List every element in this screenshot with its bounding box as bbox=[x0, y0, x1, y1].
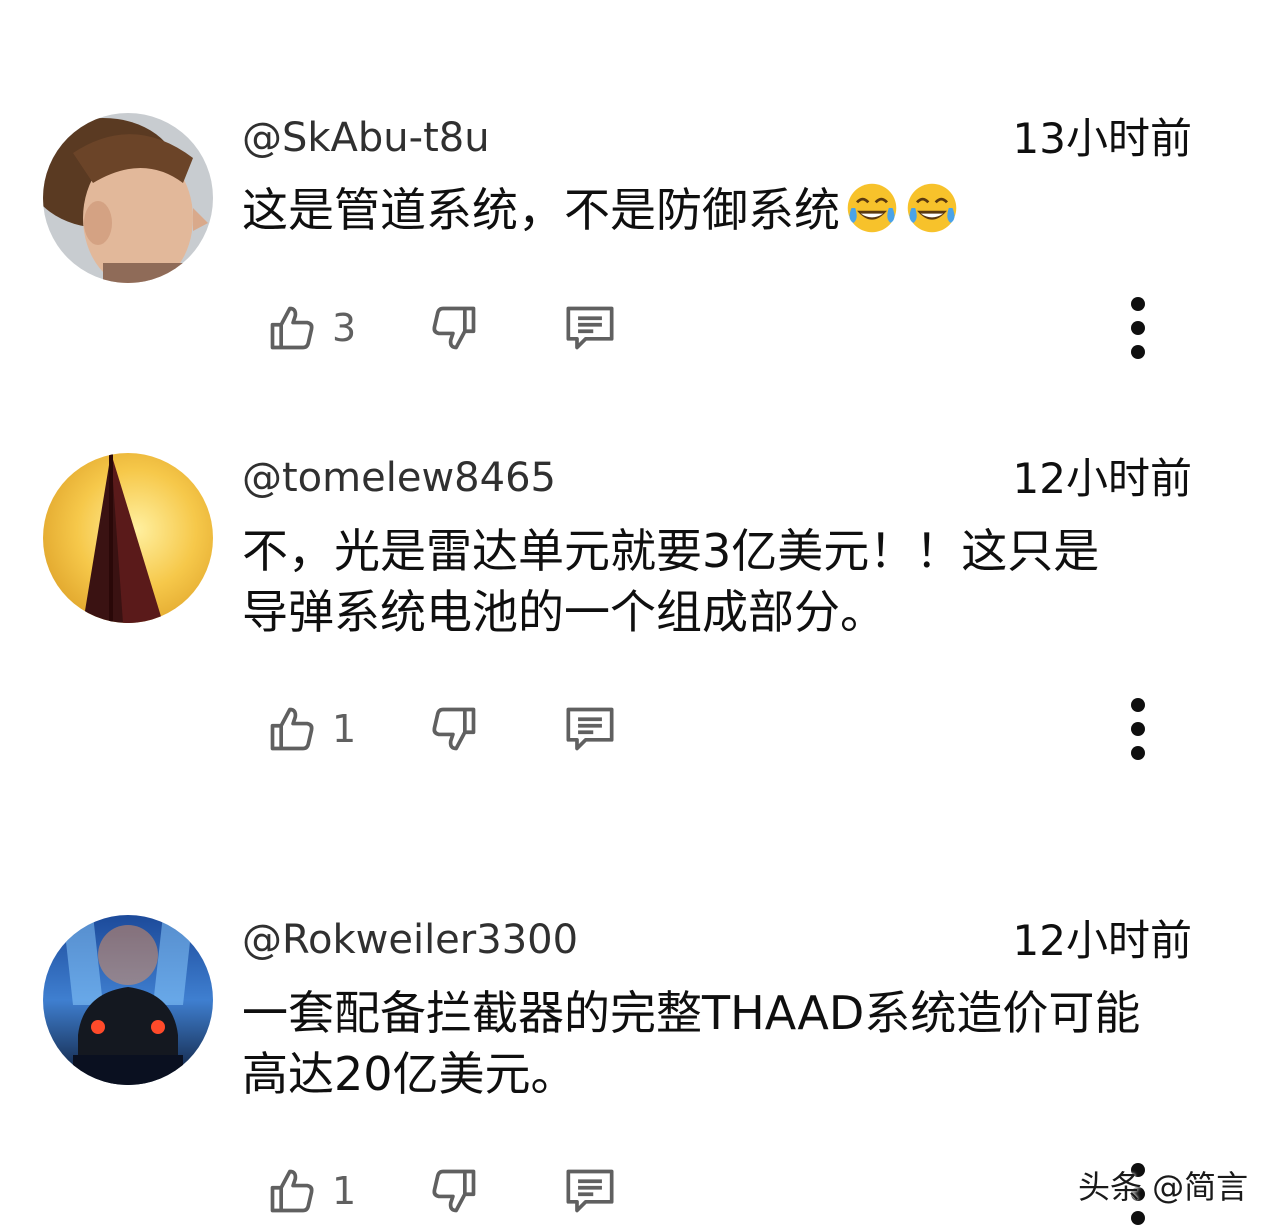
comment-actions: 3 bbox=[0, 293, 1280, 363]
comment-body: 一套配备拦截器的完整THAAD系统造价可能 高达20亿美元。 bbox=[242, 986, 1141, 1101]
like-count: 1 bbox=[332, 707, 357, 751]
like-count: 1 bbox=[332, 1169, 357, 1213]
thumbs-down-icon bbox=[432, 306, 476, 350]
like-button[interactable]: 3 bbox=[266, 293, 356, 363]
comment-author[interactable]: @Rokweiler3300 bbox=[242, 916, 578, 964]
car-avatar-image bbox=[43, 915, 213, 1085]
more-options-button[interactable] bbox=[1114, 694, 1162, 764]
comment-reply-icon bbox=[566, 1169, 614, 1213]
comment-author[interactable]: @SkAbu-t8u bbox=[242, 114, 490, 162]
thumbs-down-icon bbox=[432, 1169, 476, 1213]
comment-timestamp: 13小时前 bbox=[1012, 114, 1192, 163]
avatar[interactable] bbox=[43, 915, 213, 1085]
like-count: 3 bbox=[332, 306, 357, 350]
face-with-tears-of-joy-icon bbox=[847, 183, 897, 233]
comment-reply-icon bbox=[566, 707, 614, 751]
comment-timestamp: 12小时前 bbox=[1012, 916, 1192, 965]
comment-reply-icon bbox=[566, 306, 614, 350]
thumbs-up-icon bbox=[270, 306, 314, 350]
comment-body: 这是管道系统，不是防御系统 bbox=[242, 180, 1212, 241]
dislike-button[interactable] bbox=[428, 293, 480, 363]
reply-button[interactable] bbox=[560, 1156, 620, 1226]
avatar[interactable] bbox=[43, 453, 213, 623]
portrait-avatar-image bbox=[43, 113, 213, 283]
dislike-button[interactable] bbox=[428, 1156, 480, 1226]
more-options-button[interactable] bbox=[1114, 293, 1162, 363]
comment-body: 不，光是雷达单元就要3亿美元！！这只是 导弹系统电池的一个组成部分。 bbox=[242, 524, 1100, 639]
sailboat-avatar-image bbox=[43, 453, 213, 623]
reply-button[interactable] bbox=[560, 694, 620, 764]
vertical-ellipsis-icon bbox=[1131, 297, 1145, 359]
comment-author[interactable]: @tomelew8465 bbox=[242, 454, 556, 502]
thumbs-up-icon bbox=[270, 1169, 314, 1213]
comment-text: 这是管道系统，不是防御系统 bbox=[242, 183, 840, 237]
like-button[interactable]: 1 bbox=[266, 694, 356, 764]
avatar[interactable] bbox=[43, 113, 213, 283]
face-with-tears-of-joy-icon bbox=[907, 183, 957, 233]
comment-actions: 1 bbox=[0, 694, 1280, 764]
dislike-button[interactable] bbox=[428, 694, 480, 764]
thumbs-down-icon bbox=[432, 707, 476, 751]
reply-button[interactable] bbox=[560, 293, 620, 363]
like-button[interactable]: 1 bbox=[266, 1156, 356, 1226]
watermark: 头条 @简言 bbox=[1078, 1168, 1249, 1206]
comment-timestamp: 12小时前 bbox=[1012, 454, 1192, 503]
thumbs-up-icon bbox=[270, 707, 314, 751]
vertical-ellipsis-icon bbox=[1131, 698, 1145, 760]
